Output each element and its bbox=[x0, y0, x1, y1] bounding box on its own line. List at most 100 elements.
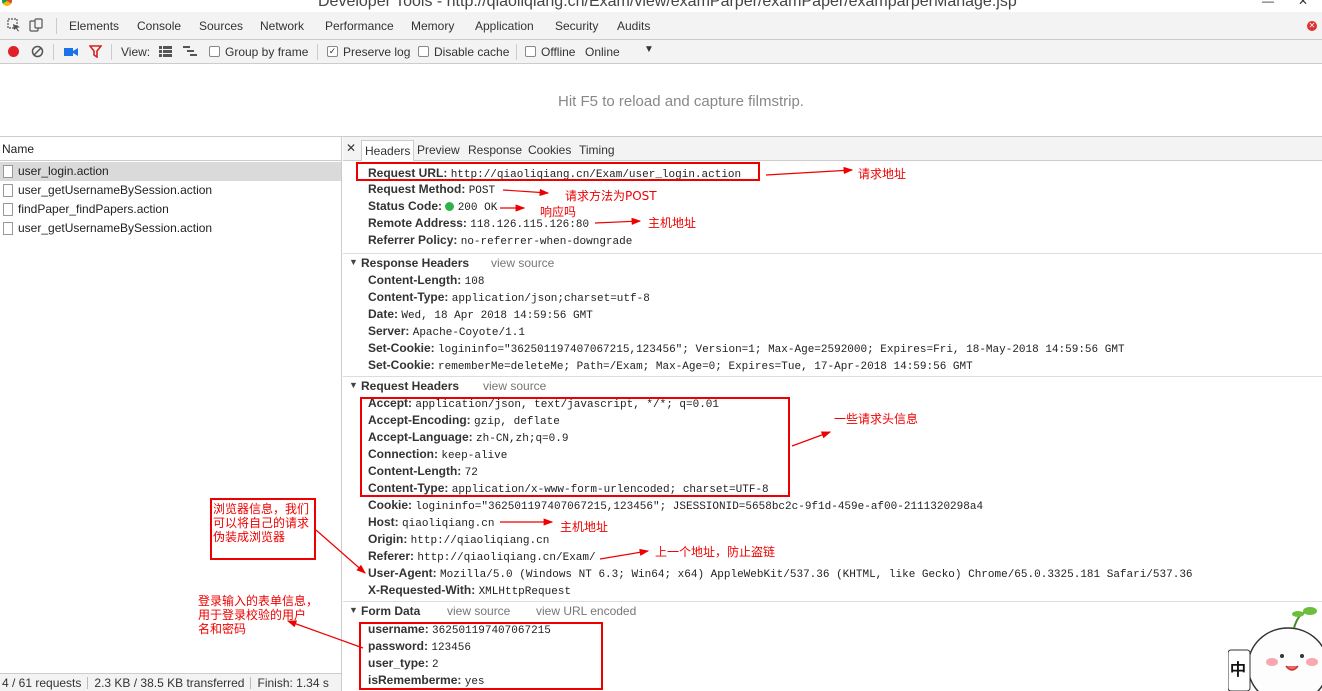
header-row: Connection: keep-alive bbox=[368, 447, 507, 462]
ime-indicator[interactable]: 中 bbox=[1230, 656, 1246, 680]
tab-memory[interactable]: Memory bbox=[411, 19, 454, 33]
file-icon bbox=[3, 184, 13, 197]
request-details: ✕ Headers Preview Response Cookies Timin… bbox=[343, 137, 1322, 691]
response-headers-section[interactable]: ▼ Response Headers view source bbox=[343, 253, 1322, 271]
request-name: user_getUsernameBySession.action bbox=[18, 221, 213, 235]
header-key: Referrer Policy: bbox=[368, 233, 458, 247]
divider bbox=[111, 44, 112, 60]
request-row[interactable]: findPaper_findPapers.action bbox=[0, 200, 341, 219]
header-value: Mozilla/5.0 (Windows NT 6.3; Win64; x64)… bbox=[440, 569, 1193, 581]
header-row: Content-Length: 108 bbox=[368, 273, 484, 288]
devtools-tabbar: Elements Console Sources Network Perform… bbox=[0, 12, 1322, 40]
view-url-encoded-link[interactable]: view URL encoded bbox=[536, 604, 636, 618]
tab-response[interactable]: Response bbox=[468, 143, 522, 157]
section-title: Response Headers bbox=[361, 256, 470, 270]
offline-checkbox[interactable] bbox=[525, 46, 536, 57]
window-titlebar: Developer Tools - http://qiaoliqiang.cn/… bbox=[0, 0, 1322, 12]
error-count-icon[interactable]: ✕ bbox=[1307, 21, 1317, 31]
minimize-icon[interactable]: — bbox=[1262, 0, 1274, 8]
collapse-triangle-icon[interactable]: ▼ bbox=[349, 380, 358, 390]
window-title: Developer Tools - http://qiaoliqiang.cn/… bbox=[318, 0, 1017, 10]
preserve-log-label: Preserve log bbox=[343, 45, 411, 59]
header-key: Accept-Language: bbox=[368, 430, 473, 444]
header-key: Content-Length: bbox=[368, 273, 462, 287]
request-row[interactable]: user_getUsernameBySession.action bbox=[0, 219, 341, 238]
header-key: Content-Type: bbox=[368, 481, 449, 495]
form-data-section[interactable]: ▼ Form Data view source view URL encoded bbox=[343, 601, 1322, 619]
device-toolbar-icon[interactable] bbox=[29, 18, 43, 32]
collapse-triangle-icon[interactable]: ▼ bbox=[349, 605, 358, 615]
general-status-code: Status Code: 200 OK bbox=[368, 199, 497, 214]
header-row: X-Requested-With: XMLHttpRequest bbox=[368, 583, 571, 598]
preserve-log-checkbox[interactable]: ✓ bbox=[327, 46, 338, 57]
header-key: Remote Address: bbox=[368, 216, 467, 230]
header-value: 200 OK bbox=[457, 202, 498, 214]
name-column-header[interactable]: Name bbox=[0, 137, 341, 161]
header-key: Cookie: bbox=[368, 498, 413, 512]
request-headers-section[interactable]: ▼ Request Headers view source bbox=[343, 376, 1322, 394]
file-icon bbox=[3, 222, 13, 235]
throttling-select[interactable]: Online bbox=[585, 45, 620, 59]
inspect-element-icon[interactable] bbox=[7, 18, 21, 32]
header-value: 118.126.115.126:80 bbox=[470, 219, 590, 231]
large-rows-icon[interactable] bbox=[159, 46, 172, 60]
disable-cache-checkbox[interactable] bbox=[418, 46, 429, 57]
collapse-triangle-icon[interactable]: ▼ bbox=[349, 257, 358, 267]
divider bbox=[516, 44, 517, 60]
general-request-url: Request URL: http://qiaoliqiang.cn/Exam/… bbox=[368, 166, 741, 181]
close-details-icon[interactable]: ✕ bbox=[346, 141, 356, 155]
header-key: password: bbox=[368, 639, 429, 653]
tab-elements[interactable]: Elements bbox=[69, 19, 119, 33]
view-source-link[interactable]: view source bbox=[447, 604, 510, 618]
view-source-link[interactable]: view source bbox=[491, 256, 554, 270]
header-key: username: bbox=[368, 622, 429, 636]
tab-timing[interactable]: Timing bbox=[579, 143, 615, 157]
tab-audits[interactable]: Audits bbox=[617, 19, 650, 33]
header-row: Set-Cookie: logininfo="36250119740706721… bbox=[368, 341, 1125, 356]
header-row: Accept-Language: zh-CN,zh;q=0.9 bbox=[368, 430, 568, 445]
header-key: Request URL: bbox=[368, 166, 448, 180]
header-row: Content-Type: application/x-www-form-url… bbox=[368, 481, 769, 496]
view-label: View: bbox=[121, 45, 151, 59]
header-row: username: 362501197407067215 bbox=[368, 622, 551, 637]
group-by-frame-checkbox[interactable] bbox=[209, 46, 220, 57]
waterfall-icon[interactable] bbox=[183, 46, 197, 60]
record-icon[interactable] bbox=[7, 45, 20, 61]
general-remote-address: Remote Address: 118.126.115.126:80 bbox=[368, 216, 589, 231]
header-value: http://qiaoliqiang.cn bbox=[410, 535, 550, 547]
header-key: Connection: bbox=[368, 447, 438, 461]
tab-network[interactable]: Network bbox=[260, 19, 304, 33]
finish-time: Finish: 1.34 s bbox=[257, 676, 329, 690]
camera-icon[interactable] bbox=[64, 46, 78, 60]
tab-headers[interactable]: Headers bbox=[361, 140, 415, 161]
tab-preview[interactable]: Preview bbox=[417, 143, 460, 157]
divider bbox=[56, 18, 57, 34]
header-row: password: 123456 bbox=[368, 639, 471, 654]
header-key: Set-Cookie: bbox=[368, 358, 435, 372]
file-icon bbox=[3, 165, 13, 178]
header-value: application/json, text/javascript, */*; … bbox=[415, 399, 720, 411]
file-icon bbox=[3, 203, 13, 216]
filter-icon[interactable] bbox=[88, 45, 103, 61]
tab-console[interactable]: Console bbox=[137, 19, 181, 33]
divider bbox=[53, 44, 54, 60]
tab-performance[interactable]: Performance bbox=[325, 19, 394, 33]
header-key: user_type: bbox=[368, 656, 429, 670]
request-row[interactable]: user_login.action bbox=[0, 162, 341, 181]
view-source-link[interactable]: view source bbox=[483, 379, 546, 393]
network-toolbar: View: Group by frame ✓ Preserve log Disa… bbox=[0, 40, 1322, 64]
group-by-frame-label: Group by frame bbox=[225, 45, 309, 59]
section-title: Form Data bbox=[361, 604, 421, 618]
tab-cookies[interactable]: Cookies bbox=[528, 143, 571, 157]
tab-application[interactable]: Application bbox=[475, 19, 534, 33]
offline-label: Offline bbox=[541, 45, 576, 59]
chevron-down-icon[interactable]: ▼ bbox=[644, 44, 654, 55]
tab-sources[interactable]: Sources bbox=[199, 19, 243, 33]
header-key: Content-Length: bbox=[368, 464, 462, 478]
clear-icon[interactable] bbox=[31, 45, 44, 61]
request-row[interactable]: user_getUsernameBySession.action bbox=[0, 181, 341, 200]
header-row: Origin: http://qiaoliqiang.cn bbox=[368, 532, 549, 547]
header-value: 123456 bbox=[431, 642, 471, 654]
close-window-icon[interactable]: ✕ bbox=[1298, 0, 1308, 8]
tab-security[interactable]: Security bbox=[555, 19, 598, 33]
